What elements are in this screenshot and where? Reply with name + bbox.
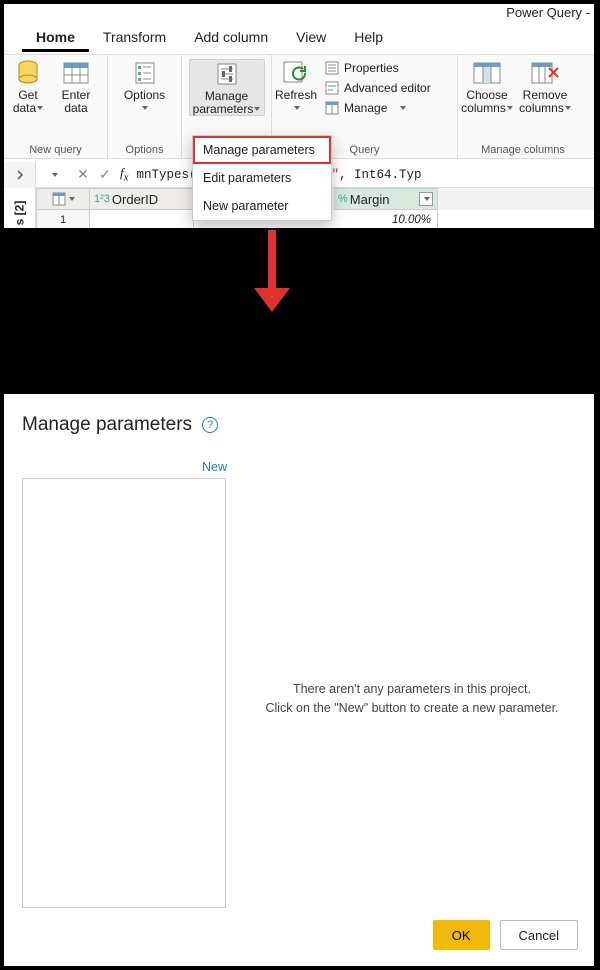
remove-columns-icon bbox=[530, 59, 560, 87]
manage-parameters-menu: Manage parameters Edit parameters New pa… bbox=[192, 135, 332, 221]
properties-icon bbox=[324, 60, 340, 76]
editor-icon bbox=[324, 80, 340, 96]
chevron-down-icon bbox=[400, 106, 406, 110]
table-small-icon bbox=[324, 100, 340, 116]
chevron-down-icon bbox=[424, 197, 430, 201]
ok-button[interactable]: OK bbox=[433, 920, 490, 950]
column-header-orderid[interactable]: 1²3 OrderID bbox=[90, 188, 194, 210]
properties-button[interactable]: Properties bbox=[324, 59, 431, 77]
help-icon[interactable]: ? bbox=[202, 417, 218, 433]
dialog-title: Manage parameters bbox=[22, 414, 192, 436]
chevron-down-icon bbox=[254, 107, 260, 111]
chevron-down-icon bbox=[565, 106, 571, 110]
refresh-icon bbox=[281, 59, 311, 87]
cell-margin[interactable]: 10.00% bbox=[334, 210, 438, 230]
grid-corner[interactable] bbox=[36, 188, 90, 210]
row-number: 1 bbox=[36, 210, 90, 230]
group-label-options: Options bbox=[108, 143, 181, 158]
get-data-button[interactable]: Get data bbox=[4, 59, 52, 114]
chevron-down-icon bbox=[69, 197, 75, 201]
manage-button[interactable]: Manage bbox=[324, 99, 431, 117]
choose-columns-icon bbox=[472, 59, 502, 87]
step-dropdown[interactable] bbox=[36, 167, 72, 182]
callout-arrow bbox=[0, 232, 600, 312]
table-icon bbox=[61, 59, 91, 87]
menu-item-new-parameter[interactable]: New parameter bbox=[193, 192, 331, 220]
menu-item-edit-parameters[interactable]: Edit parameters bbox=[193, 164, 331, 192]
expand-queries-pane-button[interactable] bbox=[4, 162, 36, 188]
new-parameter-link[interactable]: New bbox=[202, 460, 227, 474]
tab-help[interactable]: Help bbox=[340, 26, 397, 52]
chevron-down-icon bbox=[37, 106, 43, 110]
type-percent-icon: % bbox=[338, 193, 348, 205]
queries-pane-collapsed[interactable]: s [2] bbox=[4, 188, 36, 230]
cell-orderid[interactable] bbox=[90, 210, 194, 230]
table-small-icon bbox=[52, 192, 66, 206]
chevron-down-icon bbox=[52, 173, 58, 177]
ribbon-tabs: Home Transform Add column View Help bbox=[4, 26, 594, 52]
power-query-window: Power Query - Home Transform Add column … bbox=[2, 2, 596, 230]
chevron-down-icon bbox=[294, 106, 300, 110]
advanced-editor-button[interactable]: Advanced editor bbox=[324, 79, 431, 97]
group-label-new-query: New query bbox=[4, 143, 107, 158]
tab-view[interactable]: View bbox=[282, 26, 340, 52]
cancel-button[interactable]: Cancel bbox=[500, 920, 578, 950]
parameter-list[interactable] bbox=[22, 478, 226, 908]
tab-home[interactable]: Home bbox=[22, 26, 89, 52]
database-icon bbox=[13, 59, 43, 87]
remove-columns-button[interactable]: Remove columns bbox=[516, 59, 574, 114]
manage-parameters-button[interactable]: Manage parameters bbox=[189, 59, 265, 116]
refresh-button[interactable]: Refresh bbox=[272, 59, 320, 114]
window-title: Power Query - bbox=[506, 5, 590, 20]
choose-columns-button[interactable]: Choose columns bbox=[458, 59, 516, 114]
parameters-icon bbox=[212, 60, 242, 88]
menu-item-manage-parameters[interactable]: Manage parameters bbox=[193, 136, 331, 164]
type-number-icon: 1²3 bbox=[94, 193, 110, 205]
column-filter-button[interactable] bbox=[419, 192, 433, 206]
tab-transform[interactable]: Transform bbox=[89, 26, 180, 52]
manage-parameters-dialog: Manage parameters ? New There aren't any… bbox=[2, 392, 596, 968]
fx-icon: fx bbox=[116, 165, 132, 184]
tab-add-column[interactable]: Add column bbox=[180, 26, 282, 52]
column-header-margin[interactable]: % Margin bbox=[334, 188, 438, 210]
chevron-down-icon bbox=[507, 106, 513, 110]
enter-data-button[interactable]: Enter data bbox=[52, 59, 100, 114]
chevron-right-icon bbox=[15, 170, 25, 180]
cancel-formula-button[interactable]: ✕ bbox=[72, 166, 94, 183]
options-button[interactable]: Options bbox=[121, 59, 169, 114]
empty-state-message: There aren't any parameters in this proj… bbox=[242, 680, 582, 718]
chevron-down-icon bbox=[142, 106, 148, 110]
options-list-icon bbox=[130, 59, 160, 87]
accept-formula-button[interactable]: ✓ bbox=[94, 166, 116, 183]
group-label-manage-columns: Manage columns bbox=[458, 143, 588, 158]
